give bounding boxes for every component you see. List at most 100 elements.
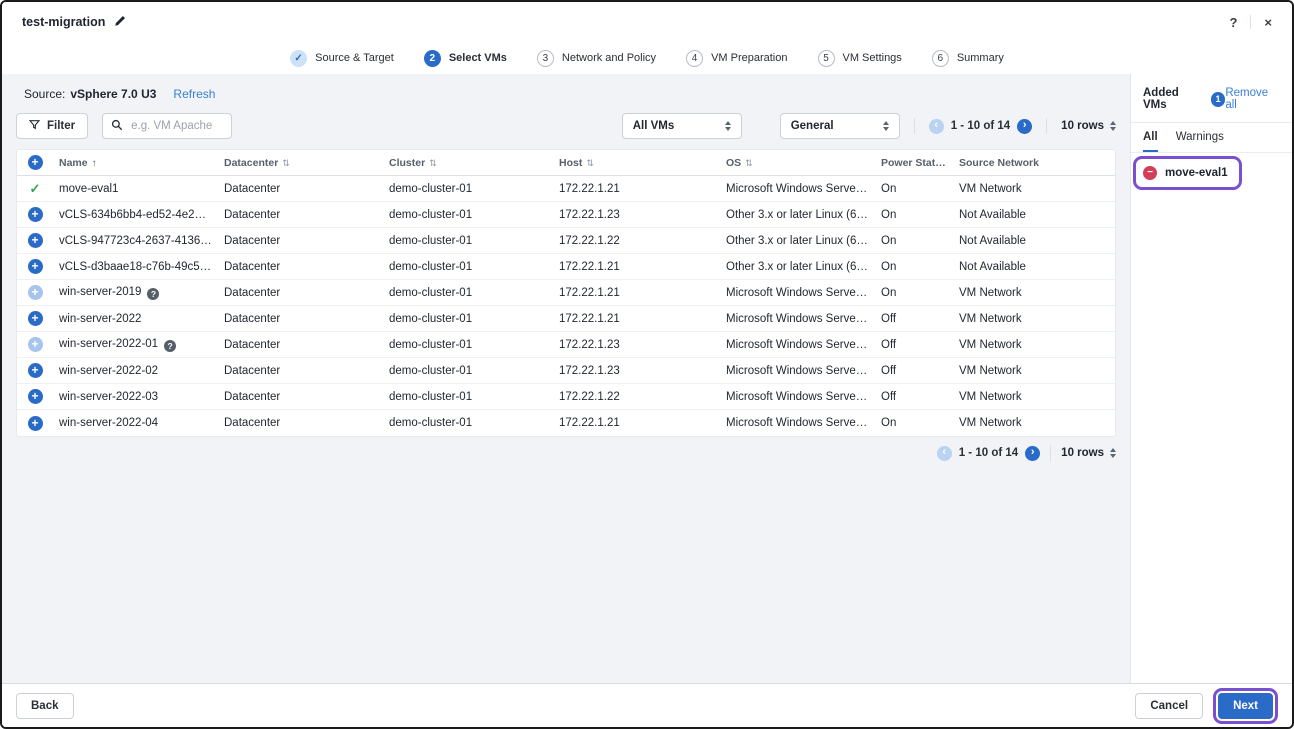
vm-search-input[interactable] (129, 119, 223, 133)
pagination-bottom: ‹ 1 - 10 of 14 › (937, 446, 1040, 461)
back-button[interactable]: Back (16, 693, 74, 719)
select-caret-icon (725, 121, 731, 131)
refresh-link[interactable]: Refresh (173, 87, 215, 101)
table-row: + win-server-2022-03 Datacenter demo-clu… (17, 384, 1115, 410)
vm-scope-select[interactable]: All VMs (622, 113, 742, 139)
stepper-step-6[interactable]: 6 Summary (932, 50, 1004, 67)
step-circle: ✓ (290, 50, 307, 67)
filter-label: Filter (47, 120, 75, 132)
vm-os-cell: Microsoft Windows Server 2022 (... (720, 391, 875, 403)
stepper-step-1[interactable]: ✓ Source & Target (290, 50, 394, 67)
remove-all-link[interactable]: Remove all (1225, 87, 1282, 111)
vm-name-cell: win-server-2019? (53, 286, 218, 300)
column-header-os[interactable]: OS⇅ (720, 157, 875, 169)
added-vms-header: Added VMs 1 Remove all (1131, 74, 1292, 123)
next-button[interactable]: Next (1218, 693, 1273, 719)
page-prev-icon[interactable]: ‹ (929, 119, 944, 134)
vm-os-cell: Microsoft Windows Server 2022 (... (720, 339, 875, 351)
content-area: Source: vSphere 7.0 U3 Refresh Filter (2, 74, 1292, 683)
table-row: + vCLS-947723c4-2637-4136-aedb... Datace… (17, 228, 1115, 254)
step-circle: 5 (818, 50, 835, 67)
page-prev-icon[interactable]: ‹ (937, 446, 952, 461)
page-range: 1 - 10 of 14 (959, 447, 1018, 459)
vm-table: + Name↑ Datacenter⇅ Cluster⇅ Host⇅ OS⇅ P… (16, 149, 1116, 437)
step-label: Source & Target (315, 52, 394, 64)
search-icon (111, 119, 123, 134)
vm-name-cell: win-server-2022 (53, 313, 218, 325)
vm-host-cell: 172.22.1.23 (553, 365, 720, 377)
add-vm-button[interactable]: + (28, 285, 43, 300)
vm-os-cell: Microsoft Windows Server 2022 (... (720, 313, 875, 325)
vm-scope-value: All VMs (633, 120, 675, 132)
rows-per-page-select[interactable]: 10 rows (1061, 120, 1116, 132)
vm-power-state-cell: Off (875, 365, 953, 377)
vm-host-cell: 172.22.1.21 (553, 261, 720, 273)
vm-name-cell: win-server-2022-02 (53, 365, 218, 377)
column-header-cluster[interactable]: Cluster⇅ (383, 157, 553, 169)
page-next-icon[interactable]: › (1017, 119, 1032, 134)
column-header-host[interactable]: Host⇅ (553, 157, 720, 169)
vm-datacenter-cell: Datacenter (218, 339, 383, 351)
sort-asc-icon: ↑ (92, 158, 97, 169)
window-actions-divider (1250, 15, 1251, 29)
select-caret-icon (883, 121, 889, 131)
vm-datacenter-cell: Datacenter (218, 313, 383, 325)
add-vm-button[interactable]: + (28, 389, 43, 404)
added-vm-name: move-eval1 (1165, 167, 1228, 179)
page-next-icon[interactable]: › (1025, 446, 1040, 461)
added-vms-panel: Added VMs 1 Remove all All Warnings − mo… (1130, 74, 1292, 683)
vm-power-state-cell: Off (875, 391, 953, 403)
remove-vm-icon[interactable]: − (1143, 166, 1157, 180)
cancel-button[interactable]: Cancel (1135, 693, 1203, 719)
view-select[interactable]: General (780, 113, 900, 139)
add-vm-button[interactable]: + (28, 233, 43, 248)
filter-button[interactable]: Filter (16, 113, 88, 139)
sort-icon: ⇅ (282, 158, 290, 168)
vm-power-state-cell: Off (875, 339, 953, 351)
funnel-icon (29, 119, 40, 133)
edit-pencil-icon[interactable] (114, 15, 126, 30)
step-circle: 4 (686, 50, 703, 67)
add-vm-button[interactable]: + (28, 337, 43, 352)
add-vm-button[interactable]: + (28, 311, 43, 326)
column-header-name[interactable]: Name↑ (53, 157, 218, 169)
added-vms-title: Added VMs 1 (1143, 87, 1225, 111)
add-all-vms-icon[interactable]: + (28, 155, 43, 170)
vm-host-cell: 172.22.1.21 (553, 287, 720, 299)
step-label: Summary (957, 52, 1004, 64)
stepper-step-4[interactable]: 4 VM Preparation (686, 50, 787, 67)
table-controls: Filter All VMs General (16, 113, 1116, 139)
stepper-step-5[interactable]: 5 VM Settings (818, 50, 902, 67)
rows-per-page-select[interactable]: 10 rows (1061, 447, 1116, 459)
stepper-step-2[interactable]: 2 Select VMs (424, 50, 507, 67)
vm-source-network-cell: VM Network (953, 287, 1115, 299)
footer-actions: Cancel Next (1135, 688, 1278, 724)
tab-warnings[interactable]: Warnings (1176, 123, 1224, 152)
stepper: ✓ Source & Target 2 Select VMs 3 Network… (2, 42, 1292, 74)
add-vm-button[interactable]: + (28, 416, 43, 431)
add-vm-button[interactable]: + (28, 259, 43, 274)
add-vm-button[interactable]: + (28, 363, 43, 378)
tab-all[interactable]: All (1143, 123, 1158, 152)
column-header-datacenter[interactable]: Datacenter⇅ (218, 157, 383, 169)
vm-name-cell: vCLS-d3baae18-c76b-49c5-a09... (53, 261, 218, 273)
rows-per-page-value: 10 rows (1061, 447, 1104, 459)
title-bar: test-migration ? × (2, 2, 1292, 42)
close-icon[interactable]: × (1264, 15, 1272, 30)
stepper-step-3[interactable]: 3 Network and Policy (537, 50, 656, 67)
help-icon[interactable]: ? (1229, 15, 1237, 30)
vm-name-cell: vCLS-634b6bb4-ed52-4e22-a4c... (53, 209, 218, 221)
add-vm-button[interactable]: + (28, 207, 43, 222)
vm-source-network-cell: Not Available (953, 261, 1115, 273)
page-title: test-migration (22, 15, 126, 30)
step-circle: 6 (932, 50, 949, 67)
vm-host-cell: 172.22.1.23 (553, 209, 720, 221)
pagination-top: ‹ 1 - 10 of 14 › (929, 119, 1032, 134)
vm-source-network-cell: VM Network (953, 365, 1115, 377)
column-header-source-network[interactable]: Source Network (953, 157, 1115, 169)
table-row: ✓ move-eval1 Datacenter demo-cluster-01 … (17, 176, 1115, 202)
vm-cluster-cell: demo-cluster-01 (383, 235, 553, 247)
vm-datacenter-cell: Datacenter (218, 365, 383, 377)
help-icon: ? (147, 288, 159, 300)
column-header-power-state[interactable]: Power State⇅ (875, 157, 953, 169)
